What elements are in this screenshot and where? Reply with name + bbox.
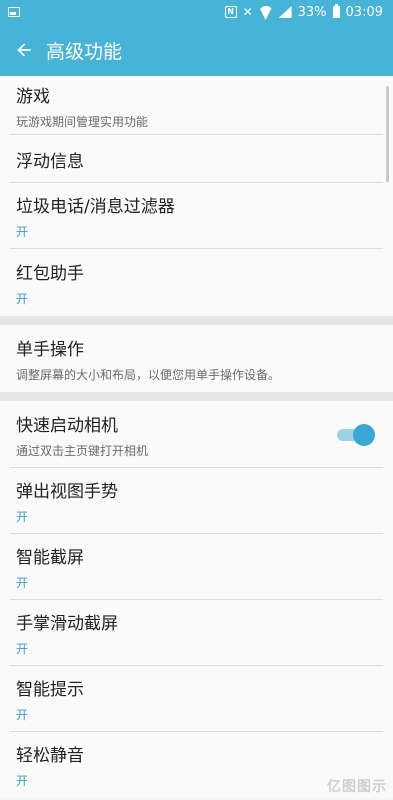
setting-floating-info[interactable]: 浮动信息 — [0, 135, 393, 183]
settings-card-1: 游戏 玩游戏期间管理实用功能 浮动信息 垃圾电话/消息过滤器 开 红包助手 开 — [0, 76, 393, 316]
setting-status: 开 — [16, 510, 29, 524]
setting-title: 智能提示 — [16, 680, 84, 700]
status-bar: N ✕ 33% 03:09 — [0, 0, 393, 24]
setting-subtitle: 调整屏幕的大小和布局，以便您用单手操作设备。 — [16, 367, 281, 382]
setting-title: 浮动信息 — [16, 151, 84, 172]
setting-title: 垃圾电话/消息过滤器 — [16, 197, 175, 217]
setting-spam-filter[interactable]: 垃圾电话/消息过滤器 开 — [0, 183, 393, 249]
setting-palm-swipe[interactable]: 手掌滑动截屏 开 — [0, 600, 393, 666]
settings-list[interactable]: 游戏 玩游戏期间管理实用功能 浮动信息 垃圾电话/消息过滤器 开 红包助手 开 … — [0, 76, 393, 800]
battery-icon — [332, 4, 340, 18]
settings-card-3: 快速启动相机 通过双击主页键打开相机 弹出视图手势 开 智能截屏 开 手掌滑动截… — [0, 401, 393, 798]
setting-title: 快速启动相机 — [16, 415, 118, 436]
setting-status: 开 — [16, 642, 29, 656]
setting-status: 开 — [16, 774, 29, 788]
setting-popup-gesture[interactable]: 弹出视图手势 开 — [0, 468, 393, 534]
back-arrow-icon[interactable] — [0, 24, 48, 76]
setting-subtitle: 玩游戏期间管理实用功能 — [16, 114, 149, 129]
nfc-icon: N — [224, 6, 237, 18]
setting-subtitle: 通过双击主页键打开相机 — [16, 443, 149, 458]
setting-one-hand[interactable]: 单手操作 调整屏幕的大小和布局，以便您用单手操作设备。 — [0, 325, 393, 392]
setting-status: 开 — [16, 708, 29, 722]
mute-icon: ✕ — [242, 5, 253, 19]
page-title: 高级功能 — [46, 40, 123, 63]
setting-games[interactable]: 游戏 玩游戏期间管理实用功能 — [0, 76, 393, 135]
section-gap — [0, 392, 393, 401]
setting-smart-capture[interactable]: 智能截屏 开 — [0, 534, 393, 600]
setting-red-packet[interactable]: 红包助手 开 — [0, 249, 393, 316]
setting-title: 红包助手 — [16, 263, 84, 284]
setting-status: 开 — [16, 291, 29, 306]
battery-percent: 33% — [297, 4, 327, 20]
setting-smart-alert[interactable]: 智能提示 开 — [0, 666, 393, 732]
setting-status: 开 — [16, 576, 29, 590]
setting-quick-camera[interactable]: 快速启动相机 通过双击主页键打开相机 — [0, 401, 393, 468]
app-bar: 高级功能 — [0, 24, 393, 76]
wifi-icon — [259, 6, 273, 18]
setting-title: 弹出视图手势 — [16, 482, 118, 502]
setting-title: 轻松静音 — [16, 746, 84, 766]
settings-card-2: 单手操作 调整屏幕的大小和布局，以便您用单手操作设备。 — [0, 325, 393, 392]
setting-title: 游戏 — [16, 86, 50, 107]
setting-title: 智能截屏 — [16, 548, 84, 568]
setting-title: 单手操作 — [16, 339, 84, 360]
watermark-logo: 亿图图示 — [327, 779, 387, 795]
quick-camera-toggle[interactable] — [335, 423, 375, 446]
toggle-thumb — [353, 423, 375, 446]
setting-title: 手掌滑动截屏 — [16, 614, 118, 634]
clock: 03:09 — [345, 4, 383, 20]
section-gap — [0, 316, 393, 325]
signal-icon — [278, 6, 292, 18]
setting-status: 开 — [16, 225, 29, 239]
gallery-notification-icon — [8, 7, 20, 17]
